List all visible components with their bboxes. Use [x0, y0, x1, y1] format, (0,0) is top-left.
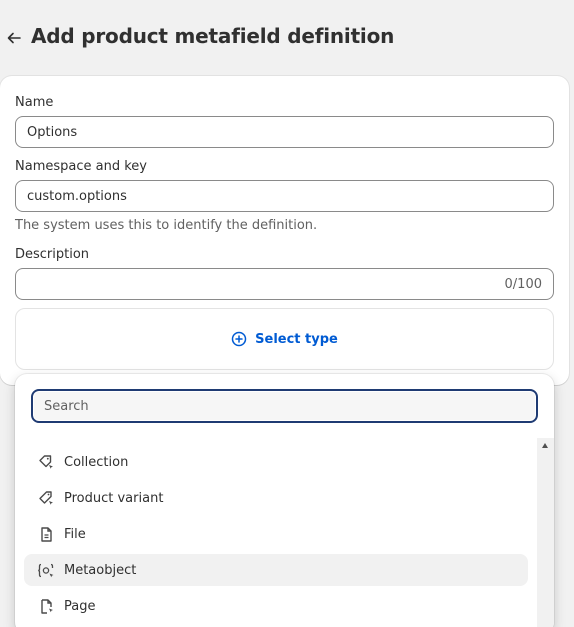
select-type-button[interactable]: Select type: [15, 308, 554, 370]
description-label: Description: [15, 247, 90, 262]
name-field[interactable]: Options: [15, 116, 554, 148]
namespace-help-text: The system uses this to identify the def…: [15, 218, 318, 233]
type-option-label: File: [64, 526, 86, 542]
type-option-metaobject[interactable]: Metaobject: [24, 554, 528, 586]
arrow-left-icon: [7, 32, 21, 44]
type-option-label: Collection: [64, 454, 129, 470]
name-label: Name: [15, 95, 54, 110]
type-picker-popover: Search Collection Product variant File M…: [15, 374, 554, 627]
metaobject-icon: [37, 561, 55, 579]
namespace-value: custom.options: [27, 188, 127, 204]
name-value: Options: [27, 124, 78, 140]
description-field[interactable]: 0/100: [15, 268, 554, 300]
type-option-label: Metaobject: [64, 562, 137, 578]
type-option-product-variant[interactable]: Product variant: [24, 482, 528, 514]
type-option-page[interactable]: Page: [24, 590, 528, 622]
search-placeholder: Search: [44, 398, 89, 414]
namespace-label: Namespace and key: [15, 159, 147, 174]
type-option-file[interactable]: File: [24, 518, 528, 550]
back-button[interactable]: [4, 28, 24, 48]
type-option-label: Product variant: [64, 490, 164, 506]
scroll-up-arrow-icon[interactable]: [542, 443, 548, 448]
description-counter: 0/100: [504, 277, 542, 292]
page-icon: [37, 597, 55, 615]
namespace-field[interactable]: custom.options: [15, 180, 554, 212]
scrollbar[interactable]: [537, 438, 554, 627]
collection-icon: [37, 453, 55, 471]
type-option-label: Page: [64, 598, 96, 614]
select-type-label: Select type: [255, 331, 338, 347]
plus-circle-icon: [231, 331, 247, 347]
file-icon: [37, 525, 55, 543]
product-variant-icon: [37, 489, 55, 507]
page-title: Add product metafield definition: [31, 24, 395, 48]
page-header: Add product metafield definition: [0, 0, 574, 76]
type-option-collection[interactable]: Collection: [24, 446, 528, 478]
type-search-input[interactable]: Search: [31, 389, 538, 423]
